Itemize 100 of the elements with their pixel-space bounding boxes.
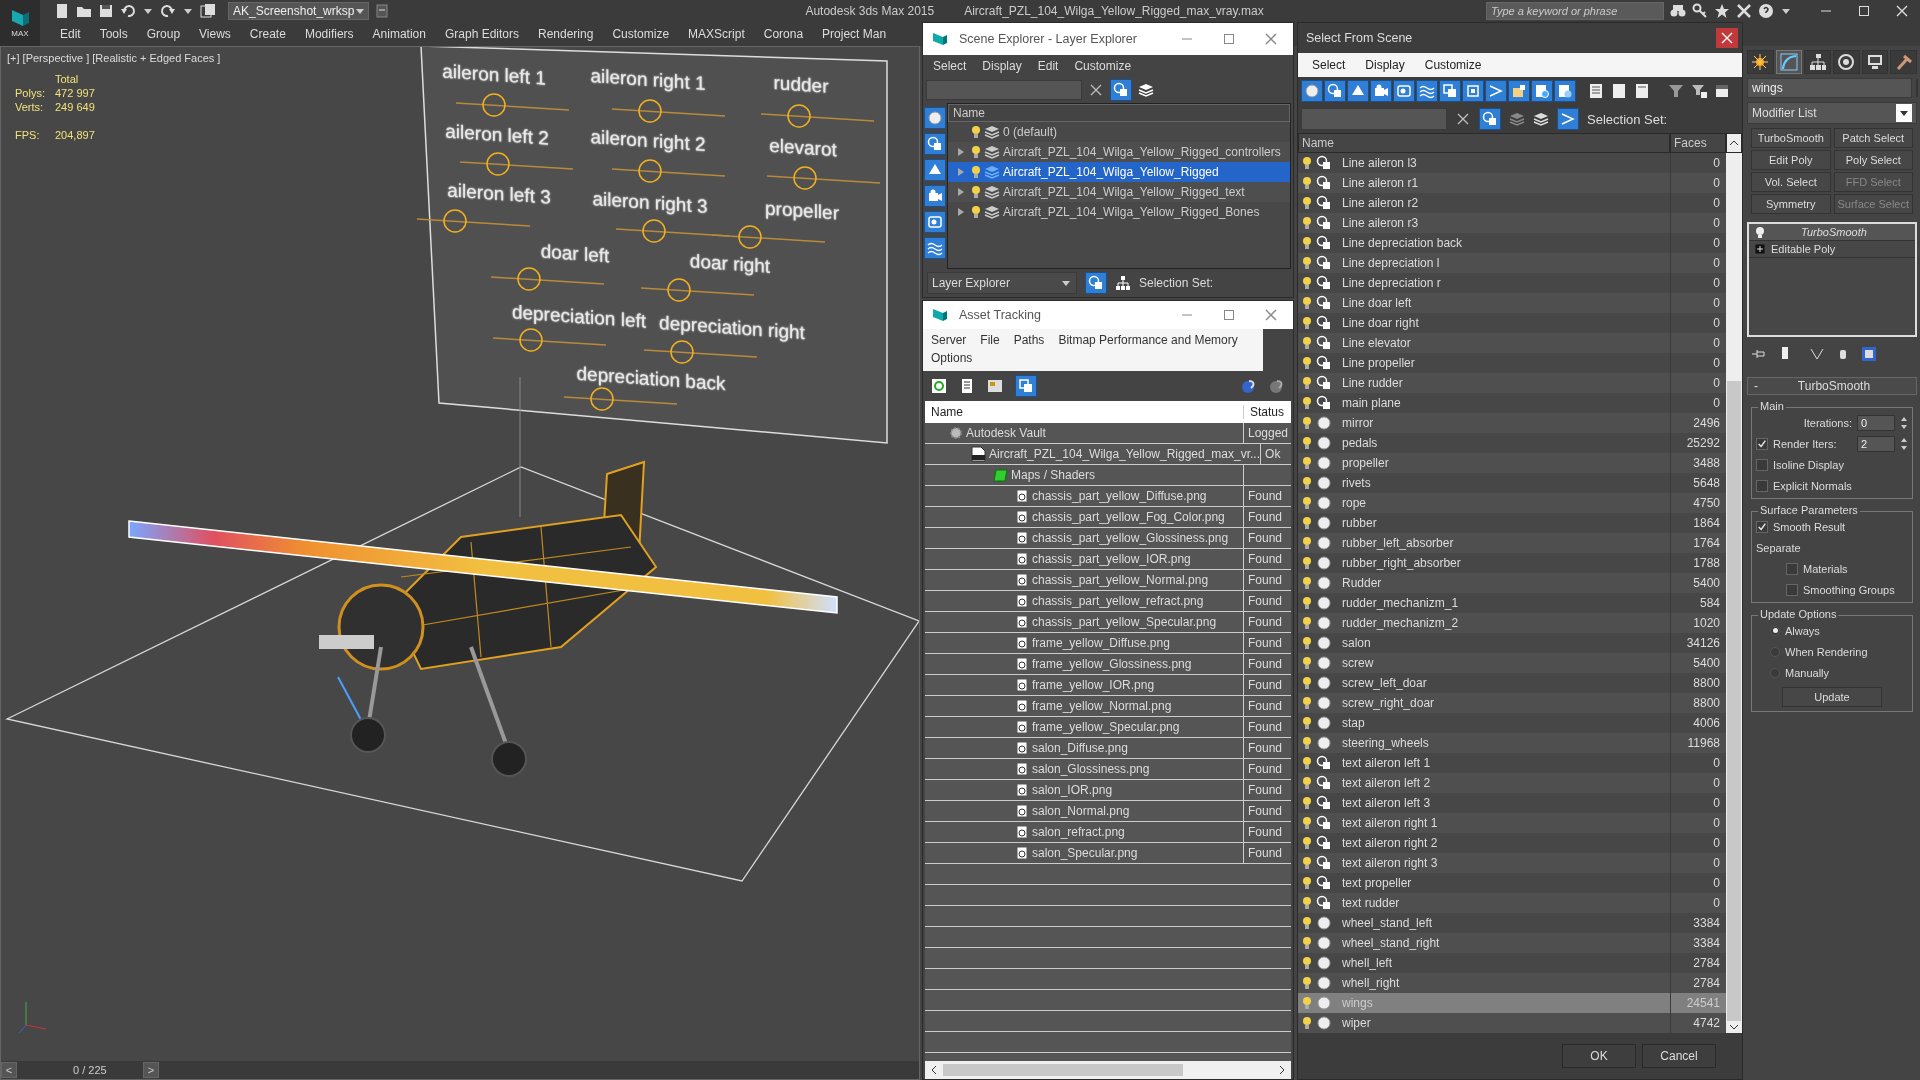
menu-item[interactable]: Select [933,59,967,73]
layers-icon[interactable] [984,124,1000,140]
menu-item[interactable]: Select [1312,58,1346,72]
object-row[interactable]: Line depreciation back 0 [1298,233,1726,253]
object-row[interactable]: steering_wheels 11968 [1298,733,1726,753]
control-handle-drawing[interactable] [455,93,570,117]
column-header[interactable]: Name [1298,133,1670,153]
panel-tab[interactable] [1775,50,1803,74]
clear-icon[interactable] [1088,82,1104,98]
object-row[interactable]: mirror 2496 [1298,413,1726,433]
close-icon[interactable] [1263,31,1279,47]
object-row[interactable]: Line aileron l3 0 [1298,153,1726,173]
light-bulb-icon[interactable] [1302,336,1312,350]
menu-item[interactable]: Views [199,27,231,41]
modifier-button[interactable]: Edit Poly [1751,150,1831,170]
column-header[interactable]: Status [1243,405,1291,419]
checkbox[interactable] [1756,520,1768,533]
object-row[interactable]: Line elevator 0 [1298,333,1726,353]
control-handle-drawing[interactable] [760,104,875,128]
light-bulb-icon[interactable] [1302,416,1312,430]
object-row[interactable]: text aileron right 1 0 [1298,813,1726,833]
light-bulb-icon[interactable] [971,145,981,159]
spinner-field[interactable]: 2 [1857,435,1895,452]
light-bulb-icon[interactable] [1302,476,1312,490]
light-bulb-icon[interactable] [1302,676,1312,690]
star-icon[interactable] [1714,3,1730,19]
light-bulb-icon[interactable] [1302,776,1312,790]
light-bulb-icon[interactable] [1302,376,1312,390]
menu-item[interactable]: Paths [1013,333,1045,347]
object-row[interactable]: pedals 25292 [1298,433,1726,453]
object-row[interactable]: Line depreciation r 0 [1298,273,1726,293]
object-row[interactable]: rope 4750 [1298,493,1726,513]
light-bulb-icon[interactable] [1302,756,1312,770]
radio-button[interactable] [1770,646,1780,657]
expand-arrow-icon[interactable] [956,186,966,198]
object-row[interactable]: text rudder 0 [1298,893,1726,913]
expand-arrow-icon[interactable] [956,206,966,218]
object-row[interactable]: Line aileron r3 0 [1298,213,1726,233]
menu-item[interactable]: File [980,333,1000,347]
menu-item[interactable]: Create [249,27,286,41]
clear-icon[interactable] [1455,111,1471,127]
light-bulb-icon[interactable] [1302,356,1312,370]
menu-item[interactable]: Animation [372,27,426,41]
spinner-arrows-icon[interactable] [1900,415,1908,430]
vertical-scrollbar[interactable] [1726,153,1742,1033]
light-bulb-icon[interactable] [1302,616,1312,630]
close-icon[interactable] [1263,307,1279,323]
object-row[interactable]: wheel_stand_left 3384 [1298,913,1726,933]
object-row[interactable]: rudder_mechanizm_2 1020 [1298,613,1726,633]
light-bulb-icon[interactable] [1302,996,1312,1010]
menu-item[interactable]: Display [982,59,1022,73]
light-bulb-icon[interactable] [1302,956,1312,970]
menu-item[interactable]: Tools [99,27,128,41]
menu-item[interactable]: MAXScript [688,27,745,41]
object-row[interactable]: text aileron right 2 0 [1298,833,1726,853]
checkbox[interactable] [1756,458,1768,471]
control-handle-drawing[interactable] [611,99,726,123]
control-handle-drawing[interactable] [643,340,758,364]
control-handle-drawing[interactable] [490,267,605,291]
menu-item[interactable]: Edit [1037,59,1059,73]
object-row[interactable]: stap 4006 [1298,713,1726,733]
menu-item[interactable]: Options [931,351,973,365]
object-row[interactable]: text propeller 0 [1298,873,1726,893]
close-icon[interactable] [1894,3,1910,19]
light-bulb-icon[interactable] [1302,936,1312,950]
control-handle-drawing[interactable] [563,387,678,411]
control-handle-drawing[interactable] [711,225,826,249]
next-frame-button[interactable]: > [143,1062,159,1078]
light-bulb-icon[interactable] [1302,216,1312,230]
redo-icon[interactable] [160,3,176,19]
object-row[interactable]: screw 5400 [1298,653,1726,673]
modifier-stack[interactable]: TurboSmooth Editable Poly [1747,222,1917,337]
expand-arrow-icon[interactable] [956,146,966,158]
object-row[interactable]: text aileron left 3 0 [1298,793,1726,813]
light-bulb-icon[interactable] [1302,876,1312,890]
layer-row[interactable]: Aircraft_PZL_104_Wilga_Yellow_Rigged_Bones [948,202,1290,222]
layer-row[interactable]: Aircraft_PZL_104_Wilga_Yellow_Rigged_controllers [948,142,1290,162]
light-bulb-icon[interactable] [1302,556,1312,570]
object-row[interactable]: wiper 4742 [1298,1013,1726,1033]
object-row[interactable]: screw_right_doar 8800 [1298,693,1726,713]
menu-item[interactable]: Edit [60,27,81,41]
viewport-label[interactable]: [+] [Perspective ] [Realistic + Edged Faces ] [7,52,221,64]
menu-item[interactable]: Bitmap Performance and Memory [1058,333,1238,347]
dialog-button[interactable]: OK [1562,1044,1636,1068]
app-logo[interactable]: MAX [0,0,40,46]
light-bulb-icon[interactable] [1302,396,1312,410]
light-bulb-icon[interactable] [1302,736,1312,750]
object-row[interactable]: Line aileron r2 0 [1298,193,1726,213]
light-bulb-icon[interactable] [1302,796,1312,810]
column-header[interactable]: Name [925,405,1243,419]
new-file-icon[interactable] [54,3,70,19]
object-row[interactable]: Line rudder 0 [1298,373,1726,393]
object-name-field[interactable]: wings [1747,78,1912,98]
object-row[interactable]: Line doar right 0 [1298,313,1726,333]
binoculars-icon[interactable] [1670,3,1686,19]
panel-tab[interactable] [1747,50,1774,74]
dialog-button[interactable]: Cancel [1642,1044,1716,1068]
expand-box-icon[interactable] [1755,244,1765,254]
object-row[interactable]: Line doar left 0 [1298,293,1726,313]
modifier-button[interactable]: Symmetry [1751,194,1831,214]
